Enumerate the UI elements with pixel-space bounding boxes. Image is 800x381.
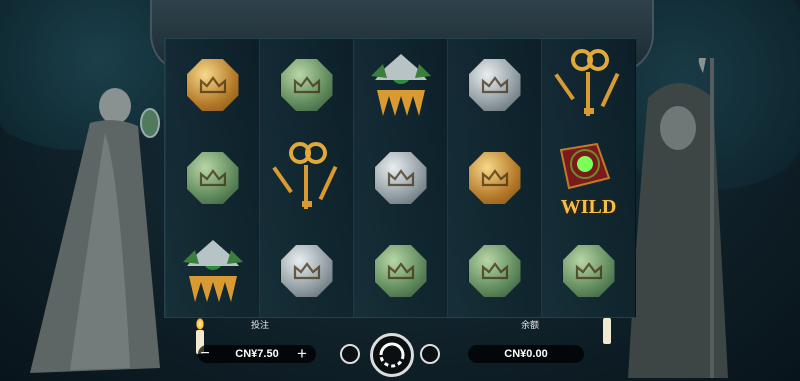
balance-label: 余额 (520, 320, 539, 330)
symbol-coin-green (260, 39, 353, 131)
reel-2 (259, 39, 354, 317)
symbol-coin-gold (166, 39, 259, 131)
reel-3 (353, 39, 448, 317)
symbol-coin-silver (448, 39, 541, 131)
crown-icon (186, 59, 239, 111)
bet-label: 投注 (250, 320, 269, 330)
game-stage: WILD 投注 CN¥7.50 − + 余额 CN¥0.00 (0, 0, 800, 381)
settings-icon[interactable] (340, 344, 360, 364)
symbol-coin-silver (354, 132, 447, 224)
crown-icon (562, 245, 615, 297)
minus-icon[interactable]: − (198, 346, 212, 362)
symbol-coin-gold (448, 132, 541, 224)
symbol-coin-green (166, 132, 259, 224)
control-bar: 投注 CN¥7.50 − + 余额 CN¥0.00 (190, 318, 610, 378)
balance-display: CN¥0.00 (468, 345, 584, 363)
reel-grid: WILD (164, 38, 636, 318)
crown-icon (186, 152, 239, 204)
symbol-wild-book: WILD (542, 132, 635, 224)
reel-5: WILD (541, 39, 636, 317)
symbol-coin-green (354, 225, 447, 317)
symbol-coin-green (448, 225, 541, 317)
crown-icon (374, 245, 427, 297)
wild-label: WILD (560, 195, 617, 218)
reel-1 (165, 39, 260, 317)
statue-woman (30, 88, 160, 373)
statue-hooded (628, 58, 728, 378)
symbol-hair-comb (166, 225, 259, 317)
symbol-hair-comb (354, 39, 447, 131)
spin-icon (379, 342, 405, 368)
crown-icon (468, 152, 521, 204)
crown-icon (374, 152, 427, 204)
bet-value: CN¥7.50 (235, 348, 279, 360)
symbol-keys (260, 132, 353, 224)
crown-icon (468, 245, 521, 297)
autoplay-icon[interactable] (420, 344, 440, 364)
plus-icon[interactable]: + (294, 345, 310, 362)
crown-icon (280, 245, 333, 297)
crown-icon (468, 59, 521, 111)
symbol-keys (542, 39, 635, 131)
symbol-coin-silver (260, 225, 353, 317)
reel-4 (447, 39, 542, 317)
symbol-coin-green (542, 225, 635, 317)
spin-button[interactable] (370, 333, 414, 377)
balance-value: CN¥0.00 (504, 348, 548, 360)
crown-icon (280, 59, 333, 111)
